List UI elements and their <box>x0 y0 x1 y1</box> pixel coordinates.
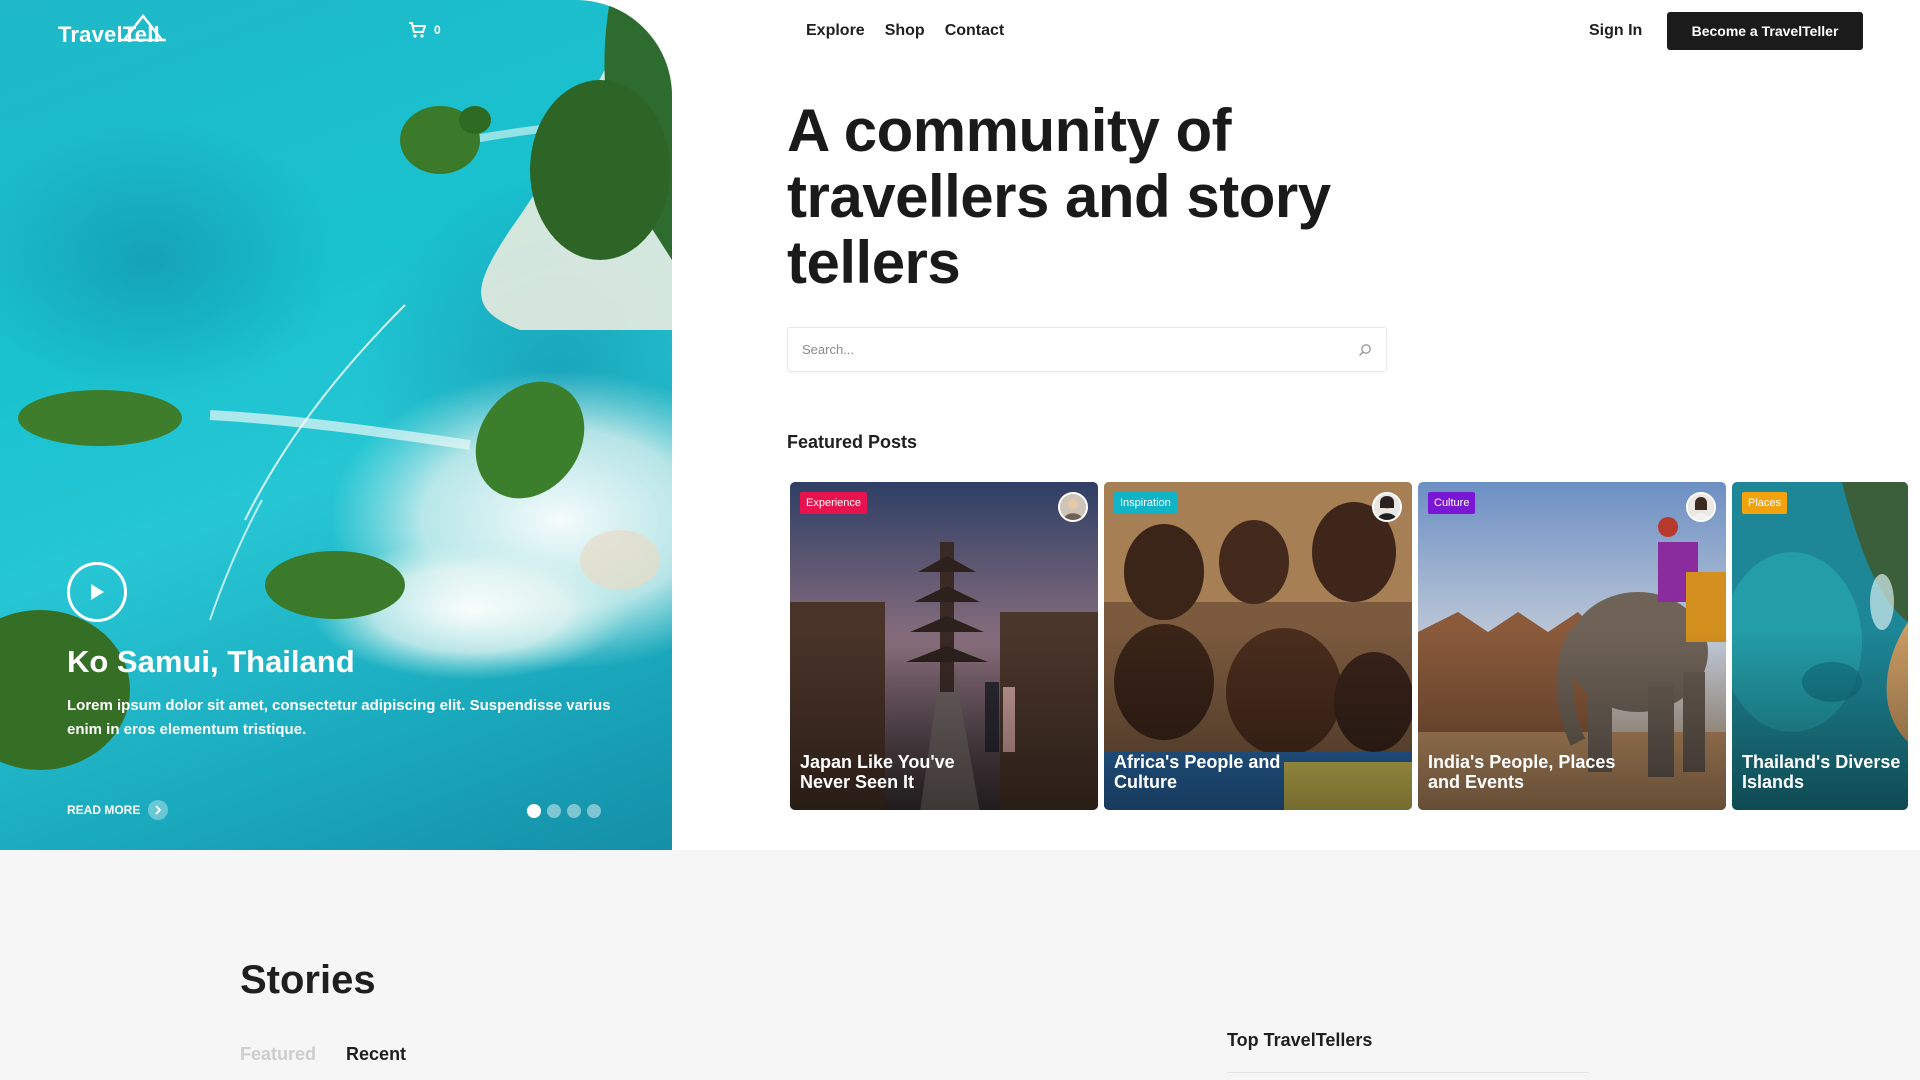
nav-contact[interactable]: Contact <box>945 22 1005 40</box>
author-avatar[interactable] <box>1686 492 1716 522</box>
play-video-button[interactable] <box>67 562 127 622</box>
cart-icon <box>409 22 426 38</box>
category-badge[interactable]: Culture <box>1428 492 1476 514</box>
divider <box>1227 1072 1589 1073</box>
nav-shop[interactable]: Shop <box>885 22 925 40</box>
read-more-link[interactable]: READ MORE <box>67 800 169 820</box>
top-traveltellers-heading: Top TravelTellers <box>1227 1030 1373 1050</box>
post-title: Japan Like You've Never Seen It <box>800 752 955 792</box>
stories-title: Stories <box>240 958 376 1002</box>
post-card-japan[interactable]: Experience Japan Like You've Never Seen … <box>790 482 1098 810</box>
category-badge[interactable]: Inspiration <box>1114 492 1177 514</box>
post-title: Thailand's Diverse Islands <box>1742 752 1901 792</box>
house-roof-icon <box>120 13 166 42</box>
read-more-label: READ MORE <box>67 803 141 817</box>
category-badge[interactable]: Places <box>1742 492 1788 514</box>
become-traveller-button[interactable]: Become a TravelTeller <box>1667 12 1863 50</box>
post-title: Africa's People and Culture <box>1114 752 1281 792</box>
stories-tabs: Featured Recent <box>240 1044 406 1065</box>
chevron-right-icon <box>148 800 169 820</box>
hero-section: TravelTell 0 Ko Samui, Thailand Lorem ip… <box>0 0 672 850</box>
search-box <box>787 327 1387 372</box>
tab-recent[interactable]: Recent <box>346 1044 406 1065</box>
search-input[interactable] <box>802 342 1358 357</box>
category-badge[interactable]: Experience <box>800 492 868 514</box>
page-headline: A community of travellers and story tell… <box>787 97 1331 296</box>
sign-in-link[interactable]: Sign In <box>1589 22 1642 40</box>
hero-description: Lorem ipsum dolor sit amet, consectetur … <box>67 697 611 738</box>
slider-dot[interactable] <box>547 804 561 818</box>
slider-dot[interactable] <box>527 804 541 818</box>
author-avatar[interactable] <box>1058 492 1088 522</box>
nav-explore[interactable]: Explore <box>806 22 865 40</box>
stories-section: Stories Featured Recent Top TravelTeller… <box>0 850 1920 1080</box>
hero-title: Ko Samui, Thailand <box>67 644 355 679</box>
post-title: India's People, Places and Events <box>1428 752 1616 792</box>
featured-posts-carousel: Experience Japan Like You've Never Seen … <box>790 482 1920 810</box>
post-card-india[interactable]: Culture India's People, Places and Event… <box>1418 482 1726 810</box>
brand-logo[interactable]: TravelTell <box>58 13 166 48</box>
post-card-africa[interactable]: Inspiration Africa's People and Culture <box>1104 482 1412 810</box>
slider-dots <box>527 804 601 818</box>
main-nav: Explore Shop Contact <box>806 22 1004 40</box>
tab-featured[interactable]: Featured <box>240 1044 316 1065</box>
cart-count: 0 <box>434 23 441 37</box>
search-icon[interactable] <box>1358 343 1372 357</box>
cart-button[interactable]: 0 <box>408 22 441 38</box>
play-icon <box>91 584 104 600</box>
featured-posts-heading: Featured Posts <box>787 432 918 452</box>
author-avatar[interactable] <box>1372 492 1402 522</box>
post-card-thailand[interactable]: Places Thailand's Diverse Islands <box>1732 482 1908 810</box>
slider-dot[interactable] <box>567 804 581 818</box>
slider-dot[interactable] <box>587 804 601 818</box>
